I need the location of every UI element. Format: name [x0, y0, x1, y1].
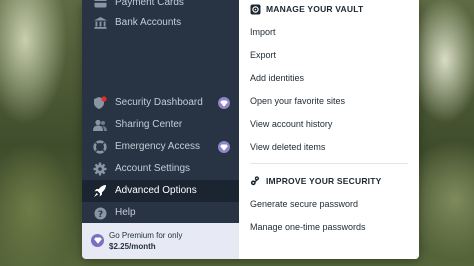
lifebuoy-icon — [93, 140, 107, 154]
card-icon — [93, 0, 107, 10]
go-premium-banner[interactable]: Go Premium for only $2.25/month — [82, 223, 239, 259]
advanced-options-menu: MANAGE YOUR VAULT Import Export Add iden… — [239, 0, 419, 259]
advanced-options-window: Payment Cards Bank Accounts Security Das… — [82, 0, 419, 259]
sidebar-item-security-dashboard[interactable]: Security Dashboard — [82, 92, 239, 114]
help-icon: ? — [93, 206, 107, 220]
menu-item-add-identities[interactable]: Add identities — [250, 73, 304, 83]
premium-diamond-icon — [91, 234, 104, 247]
menu-item-view-account-history[interactable]: View account history — [250, 119, 332, 129]
menu-item-export[interactable]: Export — [250, 50, 276, 60]
sidebar-item-label: Account Settings — [115, 163, 191, 174]
sidebar-item-bank-accounts[interactable]: Bank Accounts — [82, 12, 239, 34]
section-heading-improve-security: IMPROVE YOUR SECURITY — [250, 174, 382, 188]
section-heading-manage-vault: MANAGE YOUR VAULT — [250, 2, 363, 16]
premium-price: $2.25/month — [109, 242, 156, 251]
bank-icon — [93, 16, 107, 30]
menu-item-manage-otp[interactable]: Manage one-time passwords — [250, 222, 366, 232]
shield-icon — [93, 96, 107, 110]
sidebar-item-label: Help — [115, 207, 136, 218]
sidebar-item-label: Bank Accounts — [115, 17, 182, 28]
gear-icon — [93, 162, 107, 176]
premium-promo-text: Go Premium for only — [109, 231, 183, 240]
sidebar-item-label: Security Dashboard — [115, 97, 203, 108]
rocket-icon — [93, 184, 107, 198]
sidebar-item-emergency-access[interactable]: Emergency Access — [82, 136, 239, 158]
premium-diamond-icon — [218, 97, 230, 109]
sidebar-item-label: Payment Cards — [115, 0, 184, 8]
menu-item-import[interactable]: Import — [250, 27, 276, 37]
sidebar-item-advanced-options[interactable]: Advanced Options — [82, 180, 239, 202]
people-icon — [93, 118, 107, 132]
section-divider — [250, 163, 408, 164]
vault-icon — [250, 4, 261, 15]
svg-text:?: ? — [97, 210, 102, 220]
sidebar-item-label: Emergency Access — [115, 141, 201, 152]
menu-item-view-deleted-items[interactable]: View deleted items — [250, 142, 325, 152]
keys-icon — [250, 176, 261, 187]
sidebar-item-account-settings[interactable]: Account Settings — [82, 158, 239, 180]
menu-item-generate-password[interactable]: Generate secure password — [250, 199, 358, 209]
premium-diamond-icon — [218, 141, 230, 153]
sidebar-item-help[interactable]: ? Help — [82, 202, 239, 224]
sidebar-item-label: Advanced Options — [115, 185, 197, 196]
sidebar: Payment Cards Bank Accounts Security Das… — [82, 0, 239, 259]
menu-item-open-favorite-sites[interactable]: Open your favorite sites — [250, 96, 345, 106]
sidebar-item-label: Sharing Center — [115, 119, 183, 130]
sidebar-item-sharing-center[interactable]: Sharing Center — [82, 114, 239, 136]
